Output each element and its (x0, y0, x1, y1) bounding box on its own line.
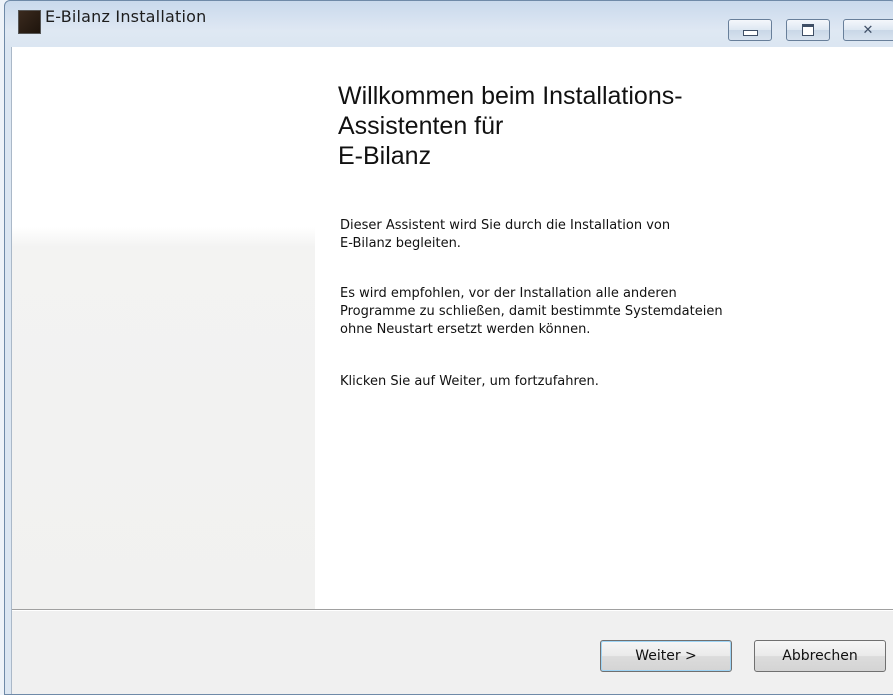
paragraph-line: Dieser Assistent wird Sie durch die Inst… (340, 218, 671, 233)
wizard-side-banner (12, 47, 315, 609)
title-bar[interactable]: E-Bilanz Installation ✕ (5, 1, 893, 43)
installer-window: E-Bilanz Installation ✕ Willkommen beim … (4, 0, 893, 695)
cancel-button[interactable]: Abbrechen (754, 640, 886, 672)
recommendation-paragraph: Es wird empfohlen, vor der Installation … (340, 285, 880, 339)
welcome-heading: Willkommen beim Installations- Assistent… (338, 81, 858, 171)
paragraph-line: ohne Neustart ersetzt werden können. (340, 322, 591, 337)
app-icon (18, 10, 41, 34)
heading-line: Assistenten für (338, 112, 504, 140)
paragraph-line: E-Bilanz begleiten. (340, 236, 461, 251)
minimize-icon (742, 30, 758, 36)
close-icon: ✕ (862, 22, 874, 38)
maximize-button[interactable] (786, 19, 830, 41)
heading-line: Willkommen beim Installations- (338, 82, 683, 110)
minimize-button[interactable] (728, 19, 772, 41)
continue-paragraph: Klicken Sie auf Weiter, um fortzufahren. (340, 373, 880, 391)
maximize-icon (802, 24, 814, 36)
intro-paragraph: Dieser Assistent wird Sie durch die Inst… (340, 217, 880, 253)
wizard-client-area: Willkommen beim Installations- Assistent… (11, 47, 893, 694)
paragraph-line: Klicken Sie auf Weiter, um fortzufahren. (340, 374, 599, 389)
paragraph-line: Programme zu schließen, damit bestimmte … (340, 304, 723, 319)
next-button[interactable]: Weiter > (600, 640, 732, 672)
paragraph-line: Es wird empfohlen, vor der Installation … (340, 286, 677, 301)
window-title: E-Bilanz Installation (45, 7, 207, 26)
heading-line: E-Bilanz (338, 142, 432, 170)
close-button[interactable]: ✕ (843, 19, 893, 41)
